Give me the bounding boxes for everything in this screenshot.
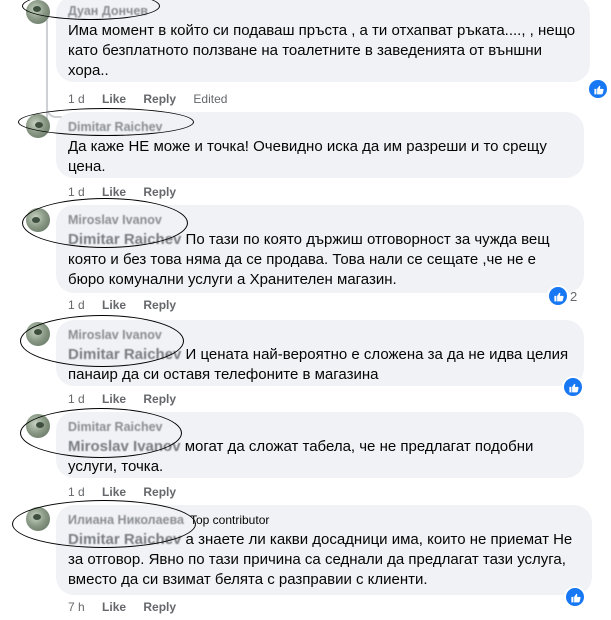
like-reaction-icon[interactable]	[566, 588, 584, 606]
comment-actions: 1 d Like Reply	[68, 485, 190, 499]
comment-author[interactable]: Дуан Дончев	[68, 4, 148, 18]
comment-actions: 1 d Like Reply	[68, 298, 190, 312]
like-button[interactable]: Like	[102, 185, 126, 199]
mention-link[interactable]: Dimitar Raichev	[68, 231, 181, 248]
comment-author[interactable]: Dimitar Raichev	[68, 420, 162, 434]
comment-bubble: Dimitar Raichev Miroslav Ivanov могат да…	[56, 412, 584, 478]
comment-actions: 7 h Like Reply	[68, 600, 190, 614]
comment-time[interactable]: 7 h	[68, 600, 85, 614]
reply-button[interactable]: Reply	[143, 485, 176, 499]
reply-button[interactable]: Reply	[143, 92, 176, 106]
avatar[interactable]	[26, 208, 50, 232]
comment-text: Miroslav Ivanov могат да сложат табела, …	[68, 437, 572, 477]
comment-text: Има момент в който си подаваш пръста , а…	[68, 22, 576, 79]
like-button[interactable]: Like	[102, 92, 126, 106]
comment-bubble: Dimitar Raichev Да каже НЕ може и точка!…	[56, 112, 584, 178]
mention-link[interactable]: Dimitar Raichev	[68, 346, 181, 363]
like-button[interactable]: Like	[102, 485, 126, 499]
comment-time[interactable]: 1 d	[68, 298, 85, 312]
comment-text: Dimitar Raichev По тази по която държиш …	[68, 230, 572, 290]
reply-button[interactable]: Reply	[143, 392, 176, 406]
comment-text: Dimitar Raichev а знаете ли какви досадн…	[68, 530, 580, 590]
comment-author[interactable]: Miroslav Ivanov	[68, 328, 162, 342]
thread-elbow	[46, 104, 62, 118]
comment-author[interactable]: Илиана Николаева	[68, 513, 184, 527]
comment-bubble: Дуан Дончев Има момент в който си подава…	[56, 0, 590, 82]
comment-bubble: Илиана Николаева Top contributor Dimitar …	[56, 505, 592, 595]
comment-actions: 1 d Like Reply	[68, 392, 190, 406]
comment-time[interactable]: 1 d	[68, 185, 85, 199]
reaction-count[interactable]: 2	[570, 289, 577, 304]
like-button[interactable]: Like	[102, 298, 126, 312]
comment-bubble: Miroslav Ivanov Dimitar Raichev По тази …	[56, 205, 584, 293]
like-button[interactable]: Like	[102, 600, 126, 614]
comment-actions: 1 d Like Reply	[68, 185, 190, 199]
like-reaction-icon[interactable]	[564, 378, 582, 396]
mention-link[interactable]: Dimitar Raichev	[68, 531, 181, 548]
comment-author[interactable]: Miroslav Ivanov	[68, 213, 162, 227]
comment-author[interactable]: Dimitar Raichev	[68, 120, 162, 134]
avatar[interactable]	[26, 507, 50, 531]
comment-text: Dimitar Raichev И цената най-вероятно е …	[68, 345, 572, 385]
comment-actions: 1 d Like Reply Edited	[68, 92, 241, 106]
comment-bubble: Miroslav Ivanov Dimitar Raichev И цената…	[56, 320, 584, 386]
mention-link[interactable]: Miroslav Ivanov	[68, 438, 181, 455]
avatar[interactable]	[26, 322, 50, 346]
avatar[interactable]	[26, 0, 50, 24]
avatar[interactable]	[26, 414, 50, 438]
like-button[interactable]: Like	[102, 392, 126, 406]
comment-text: Да каже НЕ може и точка! Очевидно иска д…	[68, 138, 547, 175]
reply-button[interactable]: Reply	[143, 600, 176, 614]
top-contributor-badge[interactable]: Top contributor	[187, 513, 272, 527]
edited-label[interactable]: Edited	[193, 92, 227, 106]
comment-time[interactable]: 1 d	[68, 92, 85, 106]
comment-time[interactable]: 1 d	[68, 485, 85, 499]
like-reaction-icon[interactable]	[589, 80, 607, 98]
like-reaction-icon[interactable]	[549, 287, 567, 305]
comment-time[interactable]: 1 d	[68, 392, 85, 406]
reply-button[interactable]: Reply	[143, 298, 176, 312]
reply-button[interactable]: Reply	[143, 185, 176, 199]
avatar[interactable]	[26, 114, 50, 138]
